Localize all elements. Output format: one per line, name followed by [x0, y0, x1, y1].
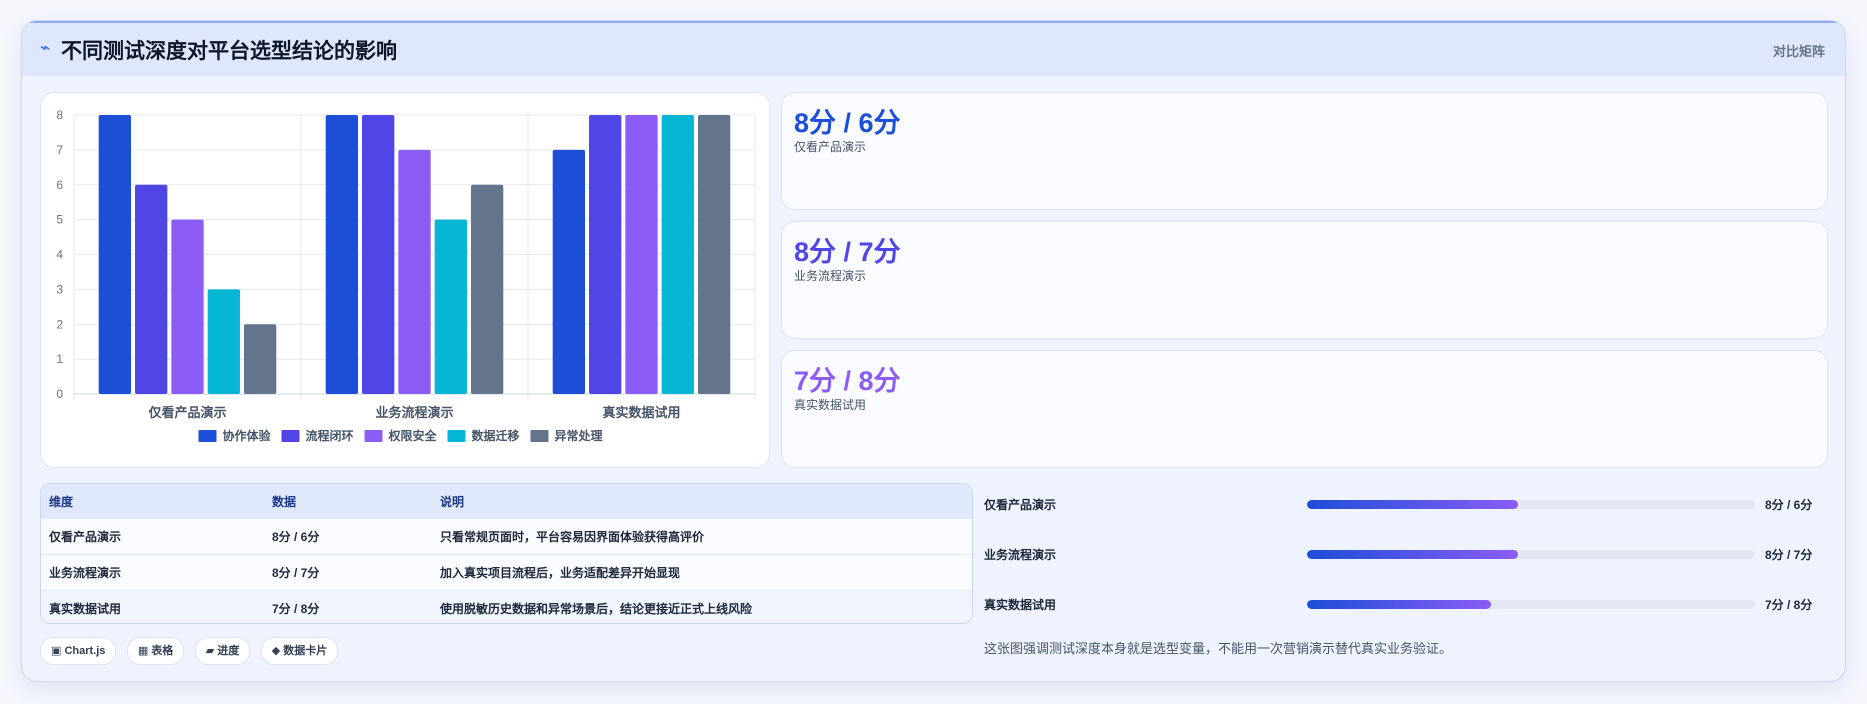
y-tick-label: 4 [56, 248, 63, 262]
bar [207, 289, 240, 394]
table-cell: 加入真实项目流程后，业务适配差异开始显现 [432, 554, 972, 591]
tech-pills: ▣ Chart.js ▦ 表格 ▰ 进度 ◆ 数据卡片 [40, 637, 344, 665]
progress-track [1307, 500, 1755, 509]
stat-card-workflow: 8分 / 7分 业务流程演示 [781, 221, 1828, 339]
progress-row: 仅看产品演示 8分 / 6分 [984, 494, 1824, 514]
y-tick-label: 8 [56, 108, 63, 122]
bar [98, 115, 132, 394]
table-cell: 只看常规页面时，平台容易因界面体验获得高评价 [432, 518, 972, 555]
bar [589, 115, 622, 394]
data-card-pill: ◆ 数据卡片 [260, 637, 339, 665]
y-tick-label: 5 [56, 213, 63, 227]
table-cell: 8分 / 6分 [264, 518, 432, 555]
card-header: ⌁ 不同测试深度对平台选型结论的影响 对比矩阵 [22, 21, 1845, 76]
stat-label: 仅看产品演示 [794, 140, 867, 154]
y-tick-label: 1 [56, 352, 63, 366]
column-header: 维度 [41, 484, 264, 519]
stat-card-demo: 8分 / 6分 仅看产品演示 [781, 92, 1828, 210]
legend-swatch [281, 430, 300, 442]
table-cell: 7分 / 8分 [264, 590, 432, 623]
bar [325, 115, 359, 394]
legend-label: 异常处理 [555, 428, 603, 443]
trend-icon: ⌁ [40, 38, 51, 57]
legend-label: 数据迁移 [472, 428, 520, 443]
comparison-card: ⌁ 不同测试深度对平台选型结论的影响 对比矩阵 0 1 2 3 4 5 6 7 8 仅看产品演示业… [21, 20, 1846, 682]
table-cell: 业务流程演示 [41, 554, 264, 591]
progress-pill: ▰ 进度 [194, 637, 251, 665]
legend-label: 协作体验 [223, 428, 272, 443]
stat-card-trial: 7分 / 8分 真实数据试用 [781, 350, 1828, 468]
bar [362, 115, 395, 394]
table-row: 真实数据试用 7分 / 8分 使用脱敏历史数据和异常场景后，结论更接近正式上线风… [41, 590, 972, 623]
y-tick-label: 6 [56, 178, 63, 192]
table-cell: 8分 / 7分 [264, 554, 432, 591]
progress-label: 业务流程演示 [984, 548, 1057, 562]
y-tick-label: 0 [56, 387, 63, 401]
table-row: 仅看产品演示 8分 / 6分 只看常规页面时，平台容易因界面体验获得高评价 [41, 518, 972, 555]
bar [470, 184, 504, 394]
bar-chart-panel: 0 1 2 3 4 5 6 7 8 仅看产品演示 业务流程演示 真实数据试用协作体验 流程闭环 权限安全 数… [40, 92, 770, 468]
progress-row: 真实数据试用 7分 / 8分 [984, 594, 1824, 614]
bar-chart: 0 1 2 3 4 5 6 7 8 仅看产品演示 业务流程演示 真实数据试用协作体验 流程闭环 权限安全 数… [56, 108, 756, 443]
page-title: 不同测试深度对平台选型结论的影响 [61, 40, 397, 63]
bar [625, 115, 658, 394]
data-table: 维度 数据 说明 仅看产品演示 8分 / 6分 只看常规页面时，平台容易因界面体… [40, 483, 973, 624]
progress-track [1307, 550, 1755, 559]
progress-fill [1307, 550, 1518, 559]
table-cell: 真实数据试用 [41, 590, 264, 623]
legend-swatch [530, 430, 549, 442]
progress-label: 仅看产品演示 [984, 498, 1057, 512]
bar [135, 184, 168, 394]
progress-row: 业务流程演示 8分 / 7分 [984, 544, 1824, 564]
stat-value: 8分 / 7分 [794, 237, 901, 267]
table-row: 业务流程演示 8分 / 7分 加入真实项目流程后，业务适配差异开始显现 [41, 554, 972, 591]
table-cell: 仅看产品演示 [41, 518, 264, 555]
bar [171, 219, 204, 394]
legend-swatch [364, 430, 383, 442]
footnote: 这张图强调测试深度本身就是选型变量，不能用一次营销演示替代真实业务验证。 [984, 641, 1453, 656]
bar [552, 149, 586, 394]
y-tick-label: 2 [56, 317, 63, 331]
bar [434, 219, 467, 394]
y-tick-label: 3 [56, 282, 63, 296]
table-header-row: 维度 数据 说明 [41, 484, 972, 519]
x-tick-label: 仅看产品演示 [147, 405, 226, 420]
stat-label: 真实数据试用 [794, 398, 867, 412]
legend-label: 权限安全 [388, 428, 438, 443]
progress-fill [1307, 500, 1518, 509]
progress-fill [1307, 600, 1491, 609]
table-pill: ▦ 表格 [126, 637, 185, 665]
table-cell: 使用脱敏历史数据和异常场景后，结论更接近正式上线风险 [432, 590, 972, 623]
legend-label: 流程闭环 [306, 428, 354, 443]
progress-track [1307, 600, 1755, 609]
bar [398, 149, 431, 394]
bar [243, 324, 277, 394]
legend-swatch [447, 430, 466, 442]
y-tick-label: 7 [56, 143, 63, 157]
matrix-tag: 对比矩阵 [1772, 44, 1825, 59]
x-tick-label: 业务流程演示 [375, 405, 453, 420]
legend-swatch [198, 430, 217, 442]
column-header: 数据 [264, 484, 432, 519]
column-header: 说明 [432, 484, 972, 519]
progress-value: 8分 / 6分 [1765, 498, 1813, 512]
progress-label: 真实数据试用 [984, 598, 1057, 612]
stat-label: 业务流程演示 [794, 269, 867, 283]
stat-value: 8分 / 6分 [794, 108, 901, 138]
chartjs-pill: ▣ Chart.js [40, 637, 117, 665]
bar [661, 115, 694, 394]
progress-value: 7分 / 8分 [1765, 598, 1813, 612]
stat-value: 7分 / 8分 [794, 366, 901, 396]
x-tick-label: 真实数据试用 [602, 405, 680, 420]
bar [697, 115, 731, 394]
progress-value: 8分 / 7分 [1765, 548, 1813, 562]
